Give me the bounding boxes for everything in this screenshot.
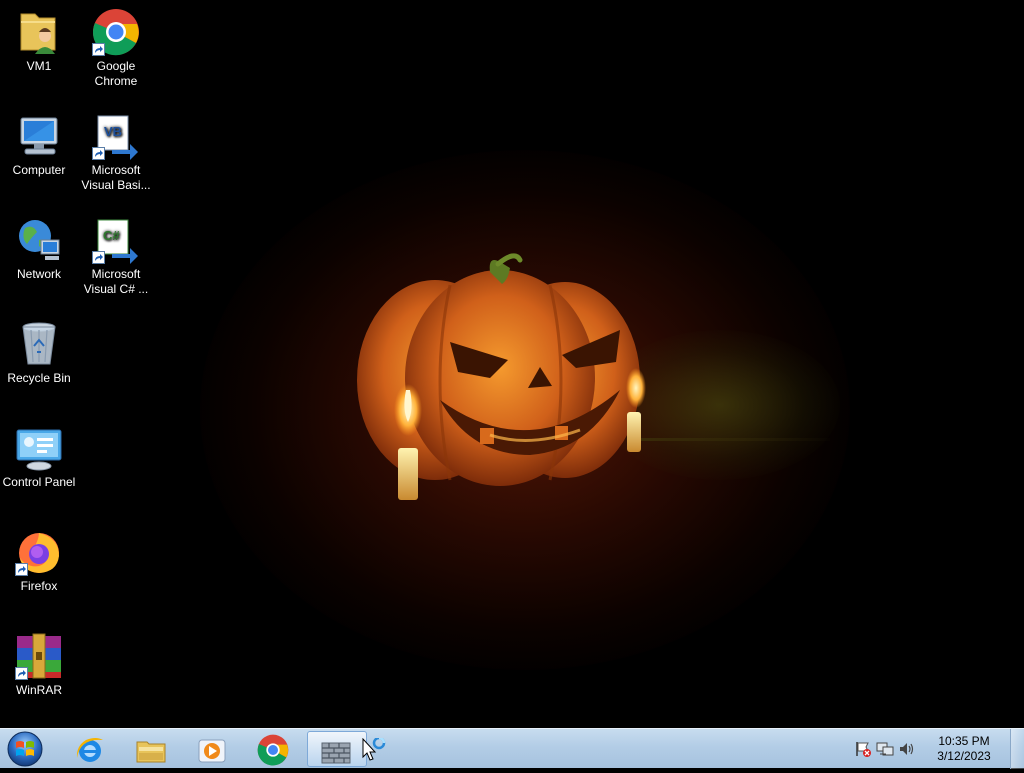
desktop-icon-label: Microsoft Visual Basi... — [81, 163, 151, 192]
taskbar-clock[interactable]: 10:35 PM 3/12/2023 — [924, 734, 1004, 764]
desktop-icon-computer[interactable]: Computer — [1, 112, 77, 178]
user-folder-icon — [15, 8, 63, 56]
desktop-icon-label: Network — [16, 267, 61, 281]
file-explorer-icon — [136, 741, 166, 763]
internet-explorer-icon — [76, 738, 103, 762]
desktop-icon-winrar[interactable]: WinRAR — [1, 632, 77, 698]
desktop-icon-vm1[interactable]: VM1 — [1, 8, 77, 74]
taskbar-internet-explorer[interactable] — [62, 731, 118, 767]
firewall-wall-icon — [321, 742, 351, 764]
desktop-icon-label: Recycle Bin — [7, 371, 71, 385]
desktop-icon-google-chrome[interactable]: Google Chrome — [78, 8, 154, 89]
desktop-icon-firefox[interactable]: Firefox — [1, 528, 77, 594]
desktop-icon-visual-basic[interactable]: VB Microsoft Visual Basi... — [78, 112, 154, 193]
system-tray: 10:35 PM 3/12/2023 — [854, 729, 1024, 769]
desktop-icon-label: VM1 — [26, 59, 52, 73]
taskbar: 10:35 PM 3/12/2023 — [0, 728, 1024, 769]
desktop-icon-label: Control Panel — [2, 475, 76, 489]
desktop-icon-label: Microsoft Visual C# ... — [83, 267, 149, 296]
taskbar-active-window[interactable] — [307, 731, 367, 767]
action-center-flag-icon[interactable] — [854, 740, 872, 758]
shortcut-arrow-icon — [15, 563, 28, 576]
desktop-icon-label: Computer — [12, 163, 66, 177]
windows-start-orb-icon — [7, 731, 43, 767]
shortcut-arrow-icon — [92, 251, 105, 264]
desktop-icon-recycle-bin[interactable]: Recycle Bin — [1, 320, 77, 386]
desktop-icon-label: WinRAR — [15, 683, 62, 697]
clock-time: 10:35 PM — [938, 734, 990, 748]
network-status-icon[interactable] — [876, 740, 894, 758]
shortcut-arrow-icon — [15, 667, 28, 680]
mouse-cursor-busy-icon — [362, 738, 386, 761]
recycle-bin-icon — [15, 320, 63, 368]
visual-basic-icon: VB — [92, 112, 140, 160]
visual-csharp-icon: C# — [92, 216, 140, 264]
csharp-glyph: C# — [103, 228, 120, 243]
desktop-icon-visual-csharp[interactable]: C# Microsoft Visual C# ... — [78, 216, 154, 297]
volume-icon[interactable] — [898, 740, 916, 758]
desktop-icon-control-panel[interactable]: Control Panel — [1, 424, 77, 490]
taskbar-windows-explorer[interactable] — [123, 731, 179, 767]
network-icon — [15, 216, 63, 264]
vb-glyph: VB — [104, 124, 122, 139]
show-desktop-button[interactable] — [1010, 729, 1024, 769]
shortcut-arrow-icon — [92, 43, 105, 56]
taskbar-google-chrome[interactable] — [245, 731, 301, 767]
taskbar-media-player[interactable] — [184, 731, 240, 767]
pumpkin-image — [357, 253, 646, 500]
control-panel-icon — [15, 424, 63, 472]
desktop-wallpaper — [0, 0, 1024, 728]
wallpaper-floor-line — [630, 438, 830, 441]
start-button[interactable] — [4, 730, 50, 768]
computer-icon — [15, 112, 63, 160]
desktop-icon-network[interactable]: Network — [1, 216, 77, 282]
shortcut-arrow-icon — [92, 147, 105, 160]
chrome-icon — [257, 734, 289, 766]
desktop-icon-label: Firefox — [20, 579, 58, 593]
desktop-icon-label: Google Chrome — [94, 59, 138, 88]
clock-date: 3/12/2023 — [937, 749, 991, 763]
media-player-icon — [198, 739, 226, 763]
chrome-icon — [92, 8, 140, 56]
firefox-icon — [15, 528, 63, 576]
winrar-icon — [15, 632, 63, 680]
